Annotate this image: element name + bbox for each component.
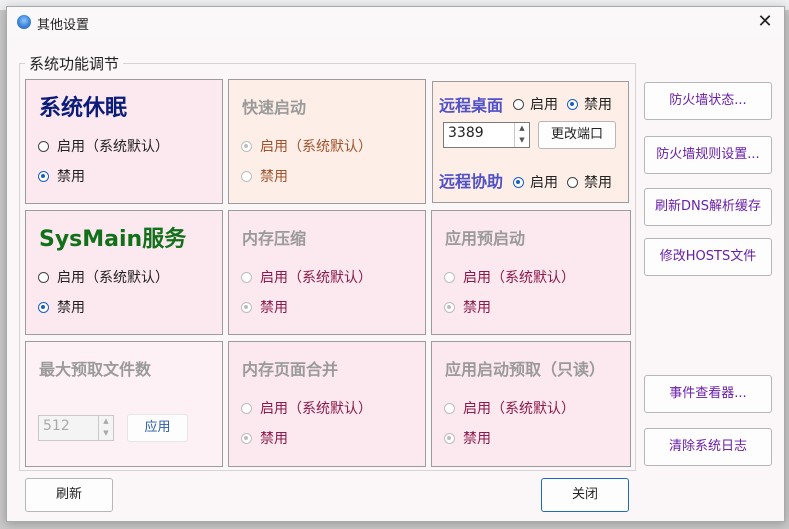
- radio-unchecked-icon: [241, 170, 252, 182]
- app-prelaunch-enable-radio[interactable]: 启用（系统默认）: [444, 267, 575, 287]
- radio-checked-icon: [567, 98, 578, 110]
- radio-checked-icon: [513, 176, 524, 188]
- app-prelaunch-disable-label: 禁用: [463, 300, 491, 316]
- remote-assist-disable-label: 禁用: [584, 175, 612, 191]
- radio-checked-icon: [444, 301, 455, 313]
- group-label: 系统功能调节: [25, 53, 124, 74]
- sleep-disable-radio[interactable]: 禁用: [38, 166, 85, 186]
- radio-unchecked-icon: [444, 271, 455, 283]
- sleep-enable-radio[interactable]: 启用（系统默认）: [38, 136, 169, 156]
- memory-compression-disable-radio[interactable]: 禁用: [241, 297, 288, 317]
- refresh-button[interactable]: 刷新: [25, 478, 113, 512]
- sleep-disable-label: 禁用: [57, 169, 85, 185]
- close-button[interactable]: 关闭: [541, 478, 629, 512]
- radio-checked-icon: [241, 301, 252, 313]
- max-prefetch-title: 最大预取文件数: [39, 360, 152, 379]
- page-combine-disable-label: 禁用: [260, 431, 288, 447]
- fast-boot-enable-radio[interactable]: 启用（系统默认）: [241, 136, 372, 156]
- radio-unchecked-icon: [513, 98, 524, 110]
- app-prelaunch-panel: 应用预启动 启用（系统默认） 禁用: [431, 210, 631, 335]
- page-combine-enable-radio[interactable]: 启用（系统默认）: [241, 398, 372, 418]
- sleep-enable-label: 启用（系统默认）: [57, 139, 169, 155]
- radio-unchecked-icon: [38, 271, 49, 283]
- remote-assist-title: 远程协助: [439, 172, 504, 191]
- launch-prefetch-disable-label: 禁用: [463, 431, 491, 447]
- app-prelaunch-title: 应用预启动: [445, 229, 526, 248]
- port-value: 3389: [448, 125, 484, 141]
- fast-boot-disable-label: 禁用: [260, 169, 288, 185]
- memory-compression-title: 内存压缩: [242, 229, 307, 248]
- sleep-panel: 系统休眠 启用（系统默认） 禁用: [25, 79, 223, 204]
- remote-desktop-title: 远程桌面: [439, 96, 504, 115]
- page-combine-panel: 内存页面合并 启用（系统默认） 禁用: [228, 341, 426, 467]
- fast-boot-enable-label: 启用（系统默认）: [260, 139, 372, 155]
- max-prefetch-arrows[interactable]: ▲ ▼: [98, 416, 113, 440]
- close-icon[interactable]: ✕: [754, 11, 776, 33]
- launch-prefetch-disable-radio[interactable]: 禁用: [444, 428, 491, 448]
- sysmain-enable-label: 启用（系统默认）: [57, 270, 169, 286]
- sleep-title: 系统休眠: [39, 96, 128, 121]
- window-title: 其他设置: [37, 18, 90, 33]
- firewall-status-button[interactable]: 防火墙状态...: [644, 82, 772, 120]
- clear-logs-button[interactable]: 清除系统日志: [644, 428, 772, 466]
- remote-panel: 远程桌面 启用 禁用 3389 ▲ ▼ 更改端口 远程协助 启用 禁用: [432, 81, 629, 203]
- apply-button[interactable]: 应用: [127, 414, 188, 442]
- remote-assist-enable-radio[interactable]: 启用: [513, 172, 558, 192]
- sysmain-panel: SysMain服务 启用（系统默认） 禁用: [25, 210, 223, 335]
- radio-unchecked-icon: [241, 271, 252, 283]
- app-icon: [17, 15, 31, 29]
- remote-assist-disable-radio[interactable]: 禁用: [567, 172, 612, 192]
- port-stepper-arrows[interactable]: ▲ ▼: [514, 123, 529, 147]
- launch-prefetch-title: 应用启动预取（只读）: [445, 360, 606, 379]
- chevron-down-icon[interactable]: ▼: [515, 135, 529, 147]
- remote-desktop-enable-radio[interactable]: 启用: [513, 94, 558, 114]
- settings-dialog: 其他设置 ✕ 系统功能调节 系统休眠 启用（系统默认） 禁用 快速启动 启用（系…: [6, 6, 785, 522]
- sysmain-disable-radio[interactable]: 禁用: [38, 297, 85, 317]
- launch-prefetch-enable-label: 启用（系统默认）: [463, 401, 575, 417]
- app-prelaunch-enable-label: 启用（系统默认）: [463, 270, 575, 286]
- remote-desktop-disable-radio[interactable]: 禁用: [567, 94, 612, 114]
- radio-checked-icon: [38, 301, 49, 313]
- fast-boot-panel: 快速启动 启用（系统默认） 禁用: [228, 79, 426, 204]
- sysmain-disable-label: 禁用: [57, 300, 85, 316]
- flush-dns-button[interactable]: 刷新DNS解析缓存: [644, 188, 772, 226]
- radio-checked-icon: [241, 432, 252, 444]
- chevron-up-icon[interactable]: ▲: [515, 123, 529, 135]
- radio-unchecked-icon: [38, 140, 49, 152]
- event-viewer-button[interactable]: 事件查看器...: [644, 375, 772, 413]
- title-bar: 其他设置 ✕: [7, 7, 784, 39]
- max-prefetch-panel: 最大预取文件数 512 ▲ ▼ 应用: [25, 341, 223, 467]
- radio-unchecked-icon: [444, 402, 455, 414]
- radio-checked-icon: [241, 140, 252, 152]
- firewall-rules-button[interactable]: 防火墙规则设置...: [644, 136, 772, 174]
- app-prelaunch-disable-radio[interactable]: 禁用: [444, 297, 491, 317]
- radio-unchecked-icon: [241, 402, 252, 414]
- memory-compression-enable-label: 启用（系统默认）: [260, 270, 372, 286]
- fast-boot-title: 快速启动: [242, 98, 307, 117]
- edit-hosts-button[interactable]: 修改HOSTS文件: [644, 238, 772, 276]
- chevron-up-icon[interactable]: ▲: [99, 416, 113, 428]
- max-prefetch-stepper[interactable]: 512 ▲ ▼: [38, 415, 114, 441]
- remote-desktop-disable-label: 禁用: [584, 97, 612, 113]
- radio-checked-icon: [38, 170, 49, 182]
- memory-compression-panel: 内存压缩 启用（系统默认） 禁用: [228, 210, 426, 335]
- memory-compression-enable-radio[interactable]: 启用（系统默认）: [241, 267, 372, 287]
- remote-assist-enable-label: 启用: [530, 175, 558, 191]
- max-prefetch-value: 512: [43, 418, 70, 434]
- radio-unchecked-icon: [567, 176, 578, 188]
- remote-desktop-enable-label: 启用: [530, 97, 558, 113]
- launch-prefetch-enable-radio[interactable]: 启用（系统默认）: [444, 398, 575, 418]
- fast-boot-disable-radio[interactable]: 禁用: [241, 166, 288, 186]
- change-port-button[interactable]: 更改端口: [538, 121, 616, 149]
- page-combine-title: 内存页面合并: [242, 360, 339, 379]
- launch-prefetch-panel: 应用启动预取（只读） 启用（系统默认） 禁用: [431, 341, 631, 467]
- memory-compression-disable-label: 禁用: [260, 300, 288, 316]
- sysmain-enable-radio[interactable]: 启用（系统默认）: [38, 267, 169, 287]
- sysmain-title: SysMain服务: [39, 227, 187, 252]
- page-combine-enable-label: 启用（系统默认）: [260, 401, 372, 417]
- port-stepper[interactable]: 3389 ▲ ▼: [443, 122, 530, 148]
- page-combine-disable-radio[interactable]: 禁用: [241, 428, 288, 448]
- radio-checked-icon: [444, 432, 455, 444]
- chevron-down-icon[interactable]: ▼: [99, 428, 113, 440]
